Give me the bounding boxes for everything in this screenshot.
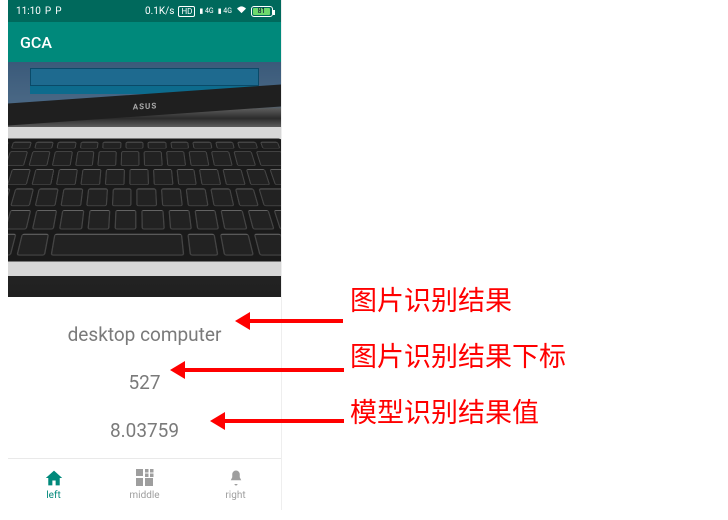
- app-bar: GCA: [8, 22, 281, 62]
- status-time: 11:10: [16, 6, 41, 17]
- result-value: 8.03759: [110, 407, 179, 455]
- hd-badge: HD: [178, 6, 195, 17]
- arrow-2: [184, 368, 344, 372]
- status-bar: 11:10 P P 0.1K/s HD ▮ 4G ▮ 4G 81: [8, 0, 281, 22]
- annotation-value: 模型识别结果值: [350, 392, 566, 430]
- grid-icon: [136, 468, 154, 488]
- notification-icon: P: [55, 6, 61, 17]
- app-title: GCA: [20, 33, 52, 52]
- annotation-label: 图片识别结果: [350, 280, 566, 318]
- result-index: 527: [128, 359, 160, 407]
- battery-percent: 81: [253, 8, 270, 15]
- battery-icon: 81: [251, 6, 273, 17]
- arrow-3: [224, 419, 344, 423]
- nav-middle[interactable]: middle: [99, 459, 190, 510]
- nav-left[interactable]: left: [8, 459, 99, 510]
- arrow-1: [249, 319, 343, 323]
- net-speed: 0.1K/s: [145, 6, 174, 17]
- notification-icon: P: [45, 6, 51, 17]
- signal-2-icon: ▮ 4G: [218, 7, 232, 15]
- status-right: 0.1K/s HD ▮ 4G ▮ 4G 81: [145, 5, 273, 17]
- annotation-index: 图片识别结果下标: [350, 336, 566, 374]
- laptop-brand-label: ASUS: [132, 101, 157, 111]
- result-label: desktop computer: [68, 311, 222, 359]
- bell-icon: [227, 468, 245, 488]
- nav-right-label: right: [225, 490, 245, 501]
- bottom-nav: left middle right: [8, 458, 281, 510]
- annotations: 图片识别结果 图片识别结果下标 模型识别结果值: [350, 280, 566, 429]
- signal-1-icon: ▮ 4G: [199, 7, 213, 15]
- home-icon: [44, 468, 64, 488]
- nav-middle-label: middle: [129, 490, 159, 501]
- status-left: 11:10 P P: [16, 6, 62, 17]
- wifi-icon: [236, 5, 247, 17]
- nav-left-label: left: [46, 490, 60, 501]
- nav-right[interactable]: right: [190, 459, 281, 510]
- classified-image: ASUS: [8, 62, 281, 297]
- phone-frame: 11:10 P P 0.1K/s HD ▮ 4G ▮ 4G 81 GCA ASU…: [8, 0, 282, 510]
